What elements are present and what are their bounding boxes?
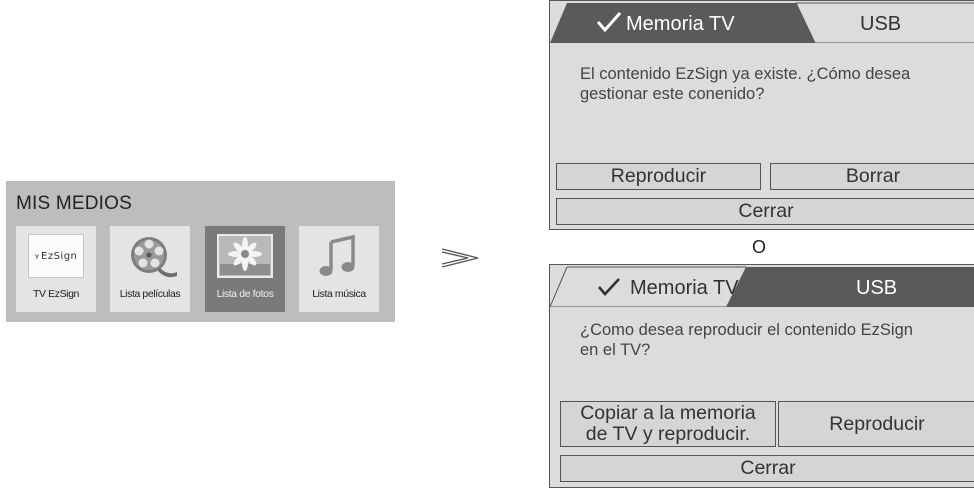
button-label-line-1: Copiar a la memoria [580,402,756,424]
tab-usb[interactable]: USB [805,1,974,43]
play-button[interactable]: Reproducir [556,163,761,190]
ezsign-dialog-usb: Memoria TV USB ¿Como desea reproducir el… [549,264,974,488]
separator-or: O [752,237,767,257]
play-button[interactable]: Reproducir [778,401,974,447]
dialog-tabs: Memoria TV USB [550,1,974,43]
button-label-line-2: de TV y reproducir. [585,423,751,445]
tile-lista-musica[interactable]: Lista música [299,226,379,312]
my-media-menu: MIS MEDIOS ʏ EzSign TV EzSign Lista pelíc… [6,181,395,322]
film-reel-icon [122,234,178,278]
ezsign-logo: ʏ EzSign [28,234,84,278]
tab-label: USB [856,277,898,299]
check-icon [596,11,622,38]
copy-and-play-button[interactable]: Copiar a la memoria de TV y reproducir. [560,401,776,447]
dialog-message: ¿Como desea reproducir el contenido EzSi… [580,321,913,359]
tile-label: Lista música [312,288,366,300]
tab-label: Memoria TV [630,277,739,299]
tab-usb[interactable]: USB [740,265,974,307]
dialog-message: El contenido EzSign ya existe. ¿Cómo des… [580,65,911,103]
photo-flower-icon [217,234,273,278]
music-note-icon [311,234,367,278]
dialog-tabs: Memoria TV USB [550,265,974,307]
tile-label: Lista películas [119,288,181,300]
tab-memoria-tv[interactable]: Memoria TV [550,1,805,43]
media-menu-title: MIS MEDIOS [16,193,133,214]
tile-lista-fotos[interactable]: Lista de fotos [205,226,285,312]
tile-label: Lista de fotos [216,288,274,300]
tile-label: TV EzSign [32,288,79,300]
tile-tv-ezsign[interactable]: ʏ EzSign TV EzSign [16,226,96,312]
tab-label: Memoria TV [626,13,735,35]
double-chevron-right-icon [440,246,482,275]
close-button[interactable]: Cerrar [560,455,974,482]
tab-memoria-tv[interactable]: Memoria TV [550,265,740,307]
ezsign-dialog-tv-memory: Memoria TV USB El contenido EzSign ya ex… [549,0,974,230]
close-button[interactable]: Cerrar [556,198,974,225]
tile-lista-peliculas[interactable]: Lista películas [110,226,190,312]
check-icon [597,277,621,302]
delete-button[interactable]: Borrar [770,163,974,190]
tab-label: USB [860,13,902,35]
